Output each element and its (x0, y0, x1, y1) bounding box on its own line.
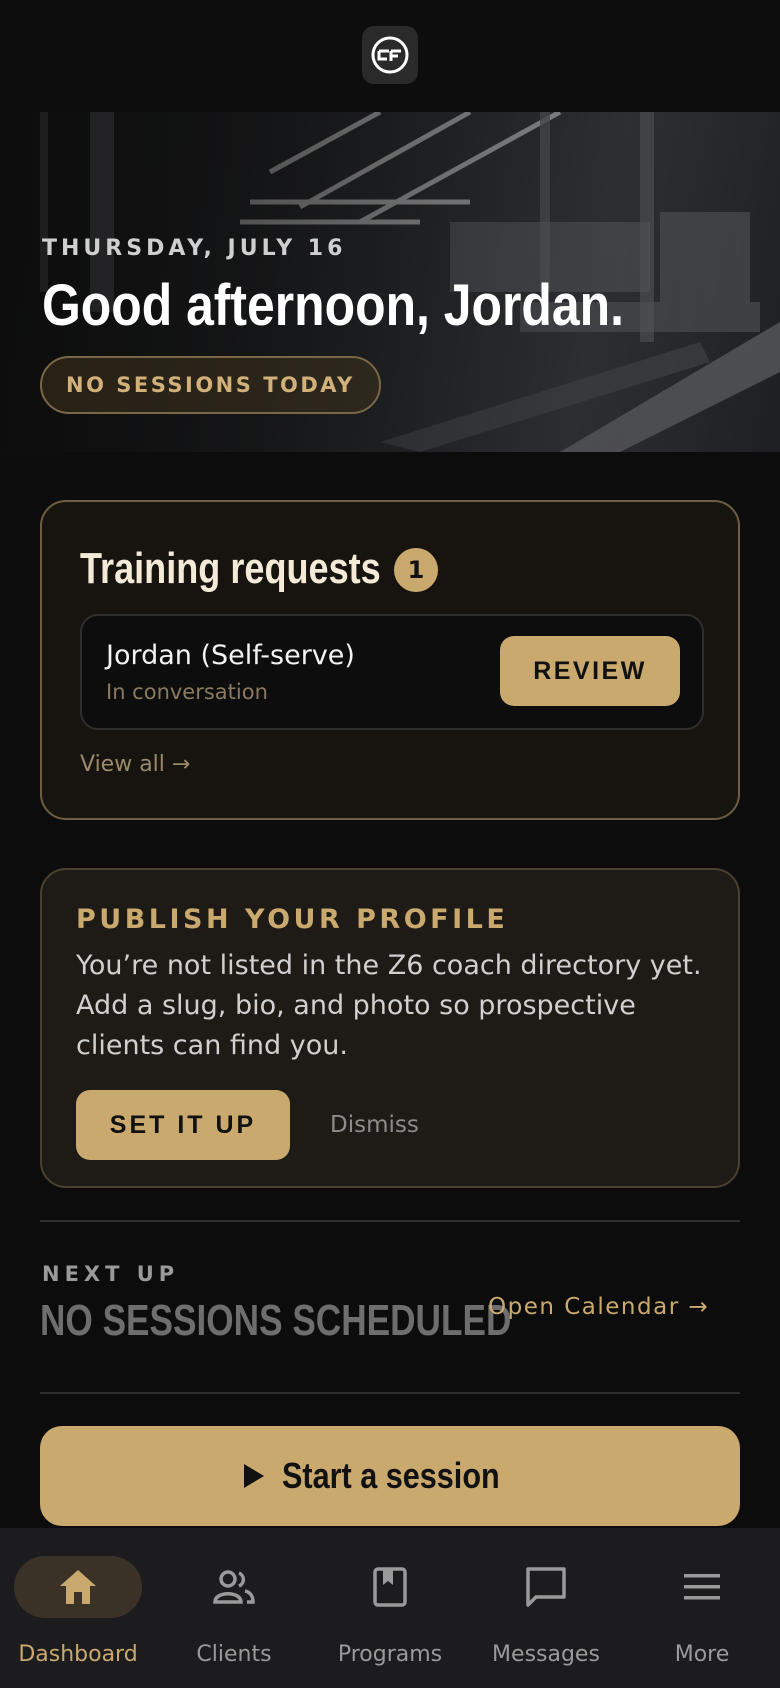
bottom-navigation: Dashboard Clients Programs Messages More (0, 1528, 780, 1688)
open-calendar-link[interactable]: Open Calendar → (488, 1294, 709, 1320)
nav-item-messages[interactable]: Messages (468, 1528, 624, 1688)
play-icon (243, 1464, 264, 1488)
nav-label-programs: Programs (337, 1642, 443, 1667)
view-all-link[interactable]: View all → (80, 752, 190, 777)
home-icon (60, 1570, 96, 1604)
book-icon (373, 1567, 407, 1607)
menu-icon (684, 1574, 720, 1600)
set-it-up-button[interactable]: SET IT UP (76, 1090, 290, 1160)
nav-item-dashboard[interactable]: Dashboard (0, 1528, 156, 1688)
request-status: In conversation (106, 680, 268, 704)
training-requests-title: Training requests (80, 544, 381, 593)
top-bar (0, 0, 780, 112)
chat-icon (526, 1567, 566, 1607)
dismiss-button[interactable]: Dismiss (330, 1112, 419, 1138)
review-button[interactable]: REVIEW (500, 636, 680, 706)
publish-profile-title: PUBLISH YOUR PROFILE (76, 904, 509, 935)
start-session-button[interactable]: Start a session (40, 1426, 740, 1526)
next-up-label: NEXT UP (42, 1262, 180, 1286)
request-row[interactable]: Jordan (Self-serve) In conversation REVI… (80, 614, 704, 730)
status-pill: NO SESSIONS TODAY (40, 356, 381, 414)
nav-label-clients: Clients (196, 1642, 272, 1667)
start-session-label: Start a session (281, 1455, 500, 1496)
nav-label-more: More (674, 1642, 730, 1667)
greeting-heading: Good afternoon, Jordan. (42, 273, 624, 338)
nav-item-more[interactable]: More (624, 1528, 780, 1688)
hero-date: THURSDAY, JULY 16 (42, 236, 347, 261)
nav-item-programs[interactable]: Programs (312, 1528, 468, 1688)
next-up-value: NO SESSIONS SCHEDULED (40, 1296, 512, 1345)
nav-label-dashboard: Dashboard (18, 1642, 138, 1667)
nav-item-clients[interactable]: Clients (156, 1528, 312, 1688)
requests-count-badge: 1 (394, 548, 438, 592)
divider (40, 1392, 740, 1394)
request-client-name: Jordan (Self-serve) (106, 640, 355, 671)
people-icon (213, 1570, 255, 1604)
nav-label-messages: Messages (492, 1642, 600, 1667)
brand-logo-icon (371, 36, 409, 74)
training-requests-card: Training requests 1 Jordan (Self-serve) … (40, 500, 740, 820)
brand-logo[interactable] (362, 26, 418, 84)
divider (40, 1220, 740, 1222)
publish-profile-card: PUBLISH YOUR PROFILE You’re not listed i… (40, 868, 740, 1188)
publish-profile-body: You’re not listed in the Z6 coach direct… (76, 950, 702, 1061)
